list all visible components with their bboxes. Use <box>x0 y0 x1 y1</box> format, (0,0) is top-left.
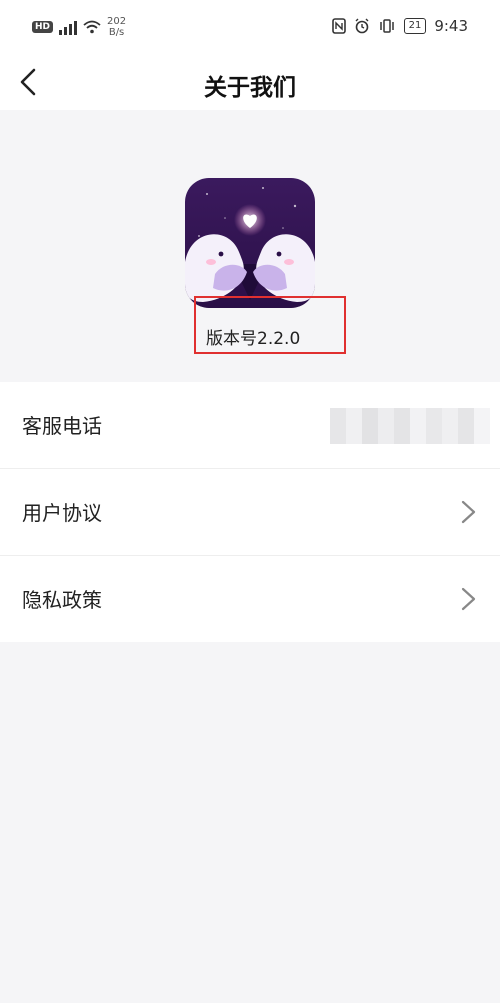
wifi-icon <box>83 20 101 34</box>
list-item-user-agreement[interactable]: 用户协议 <box>0 469 500 556</box>
phone-number-obscured <box>330 408 490 444</box>
nav-header: 关于我们 <box>0 56 500 110</box>
status-time: 9:43 <box>434 17 468 35</box>
network-speed-unit: B/s <box>108 27 125 38</box>
settings-list: 客服电话 用户协议 隐私政策 <box>0 382 500 642</box>
status-bar-right: 21 9:43 <box>331 17 468 35</box>
app-info-section: 版本号2.2.0 <box>0 110 500 378</box>
network-speed: 202 B/s <box>107 16 126 38</box>
signal-icon <box>59 19 78 35</box>
network-speed-value: 202 <box>107 16 127 27</box>
status-bar: HD 202 B/s 21 9:43 <box>0 0 500 56</box>
nfc-icon <box>331 18 346 34</box>
list-item-customer-service[interactable]: 客服电话 <box>0 382 500 469</box>
alarm-icon <box>355 18 369 34</box>
list-item-privacy-policy[interactable]: 隐私政策 <box>0 556 500 642</box>
vibrate-icon <box>379 19 394 33</box>
chevron-right-icon <box>461 500 476 524</box>
list-item-label: 用户协议 <box>22 501 102 525</box>
hd-badge: HD <box>32 21 54 33</box>
status-bar-left: HD 202 B/s <box>32 16 126 38</box>
list-item-label: 客服电话 <box>22 414 102 438</box>
chevron-right-icon <box>461 587 476 611</box>
list-item-label: 隐私政策 <box>22 588 102 612</box>
app-logo-icon <box>185 178 315 308</box>
version-label: 版本号2.2.0 <box>206 329 301 349</box>
battery-icon: 21 <box>403 18 427 34</box>
page-title: 关于我们 <box>204 75 296 101</box>
